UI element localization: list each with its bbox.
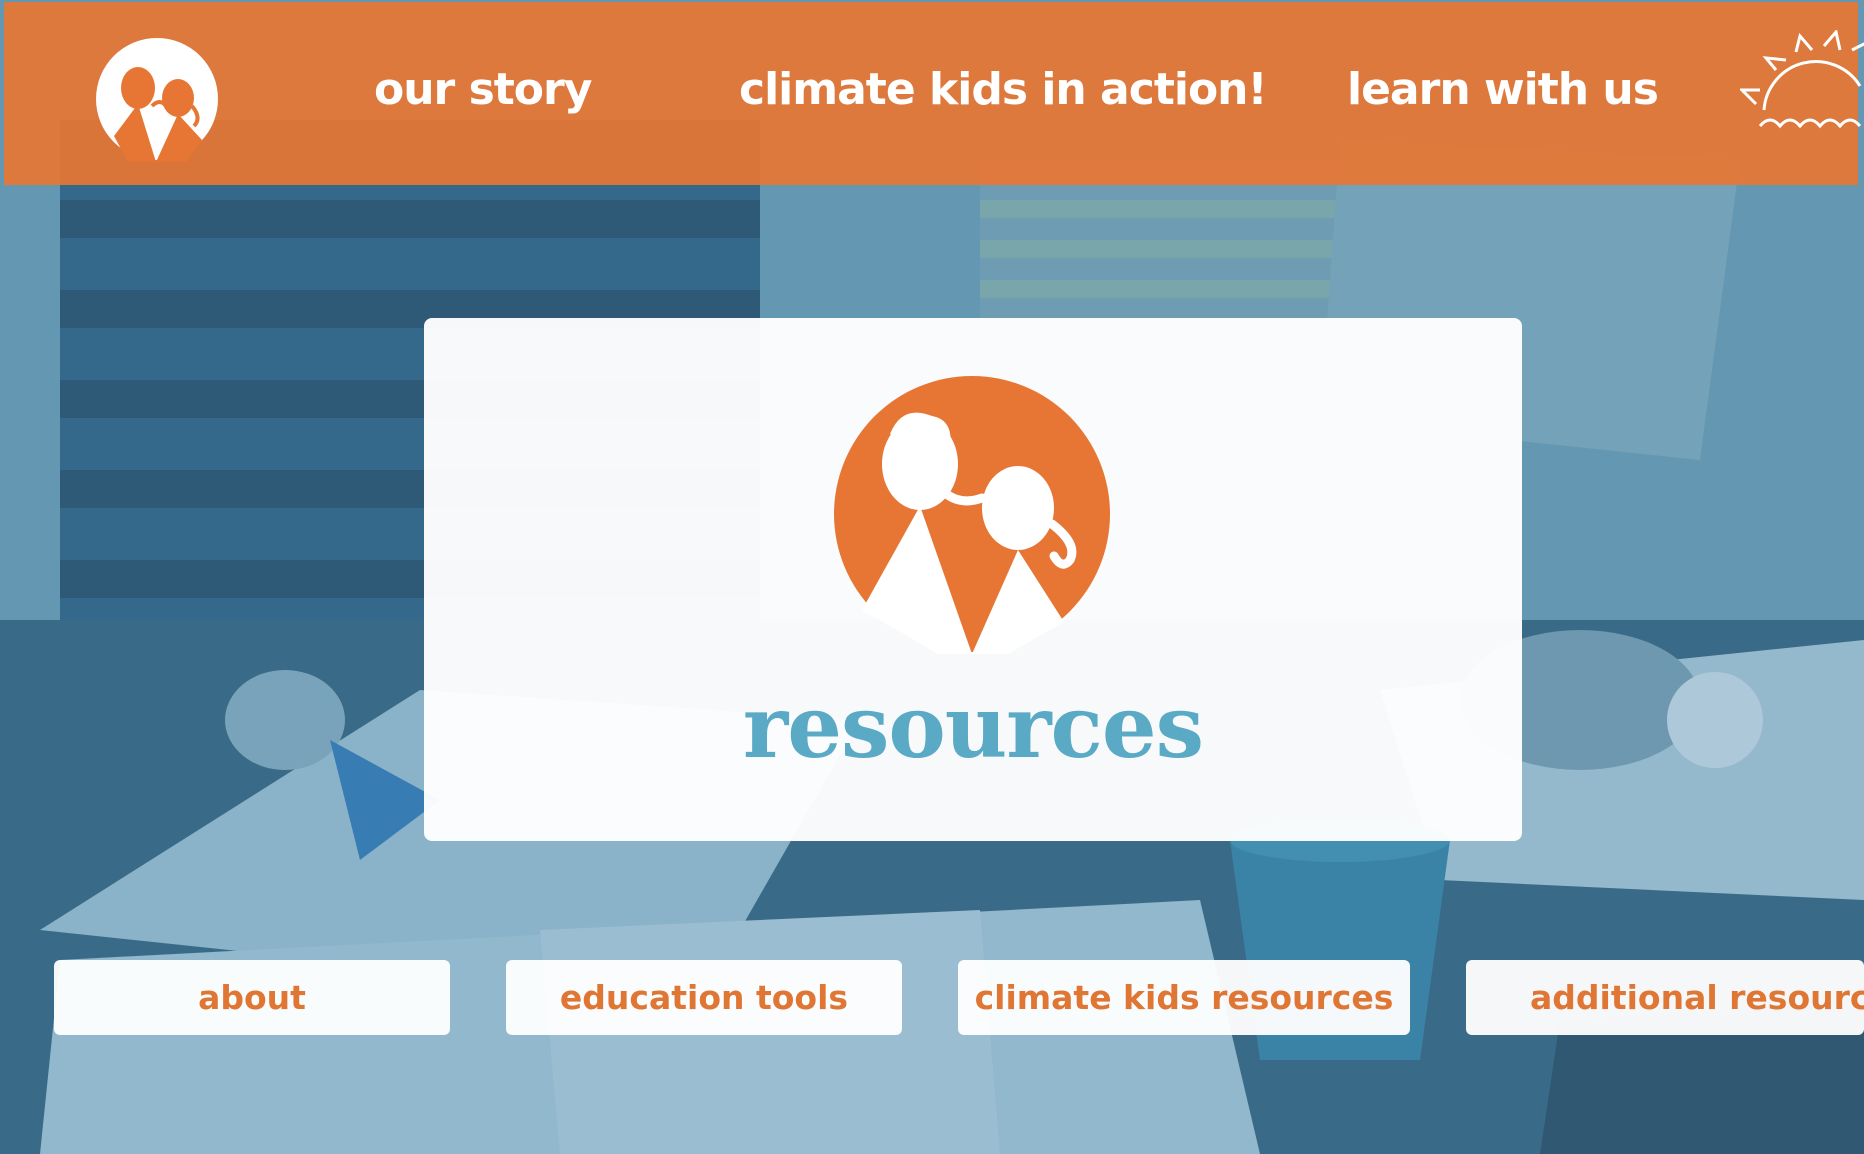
sun-icon [1740,30,1864,129]
tab-about[interactable]: about [54,960,450,1035]
page-title: resources [742,677,1204,778]
nav-our-story[interactable]: our story [374,60,592,120]
climate-kids-logo-icon [834,376,1110,654]
top-navigation-bar: our story climate kids in action! learn … [4,2,1864,185]
climate-kids-logo-icon[interactable] [94,36,220,162]
tab-climate-kids-resources[interactable]: climate kids resources [958,960,1410,1035]
resources-hero-card: resources [424,318,1522,841]
nav-climate-kids-in-action[interactable]: climate kids in action! [739,60,1268,120]
nav-learn-with-us[interactable]: learn with us [1347,60,1659,120]
tab-additional-resources[interactable]: additional resources [1466,960,1864,1035]
tab-education-tools[interactable]: education tools [506,960,902,1035]
